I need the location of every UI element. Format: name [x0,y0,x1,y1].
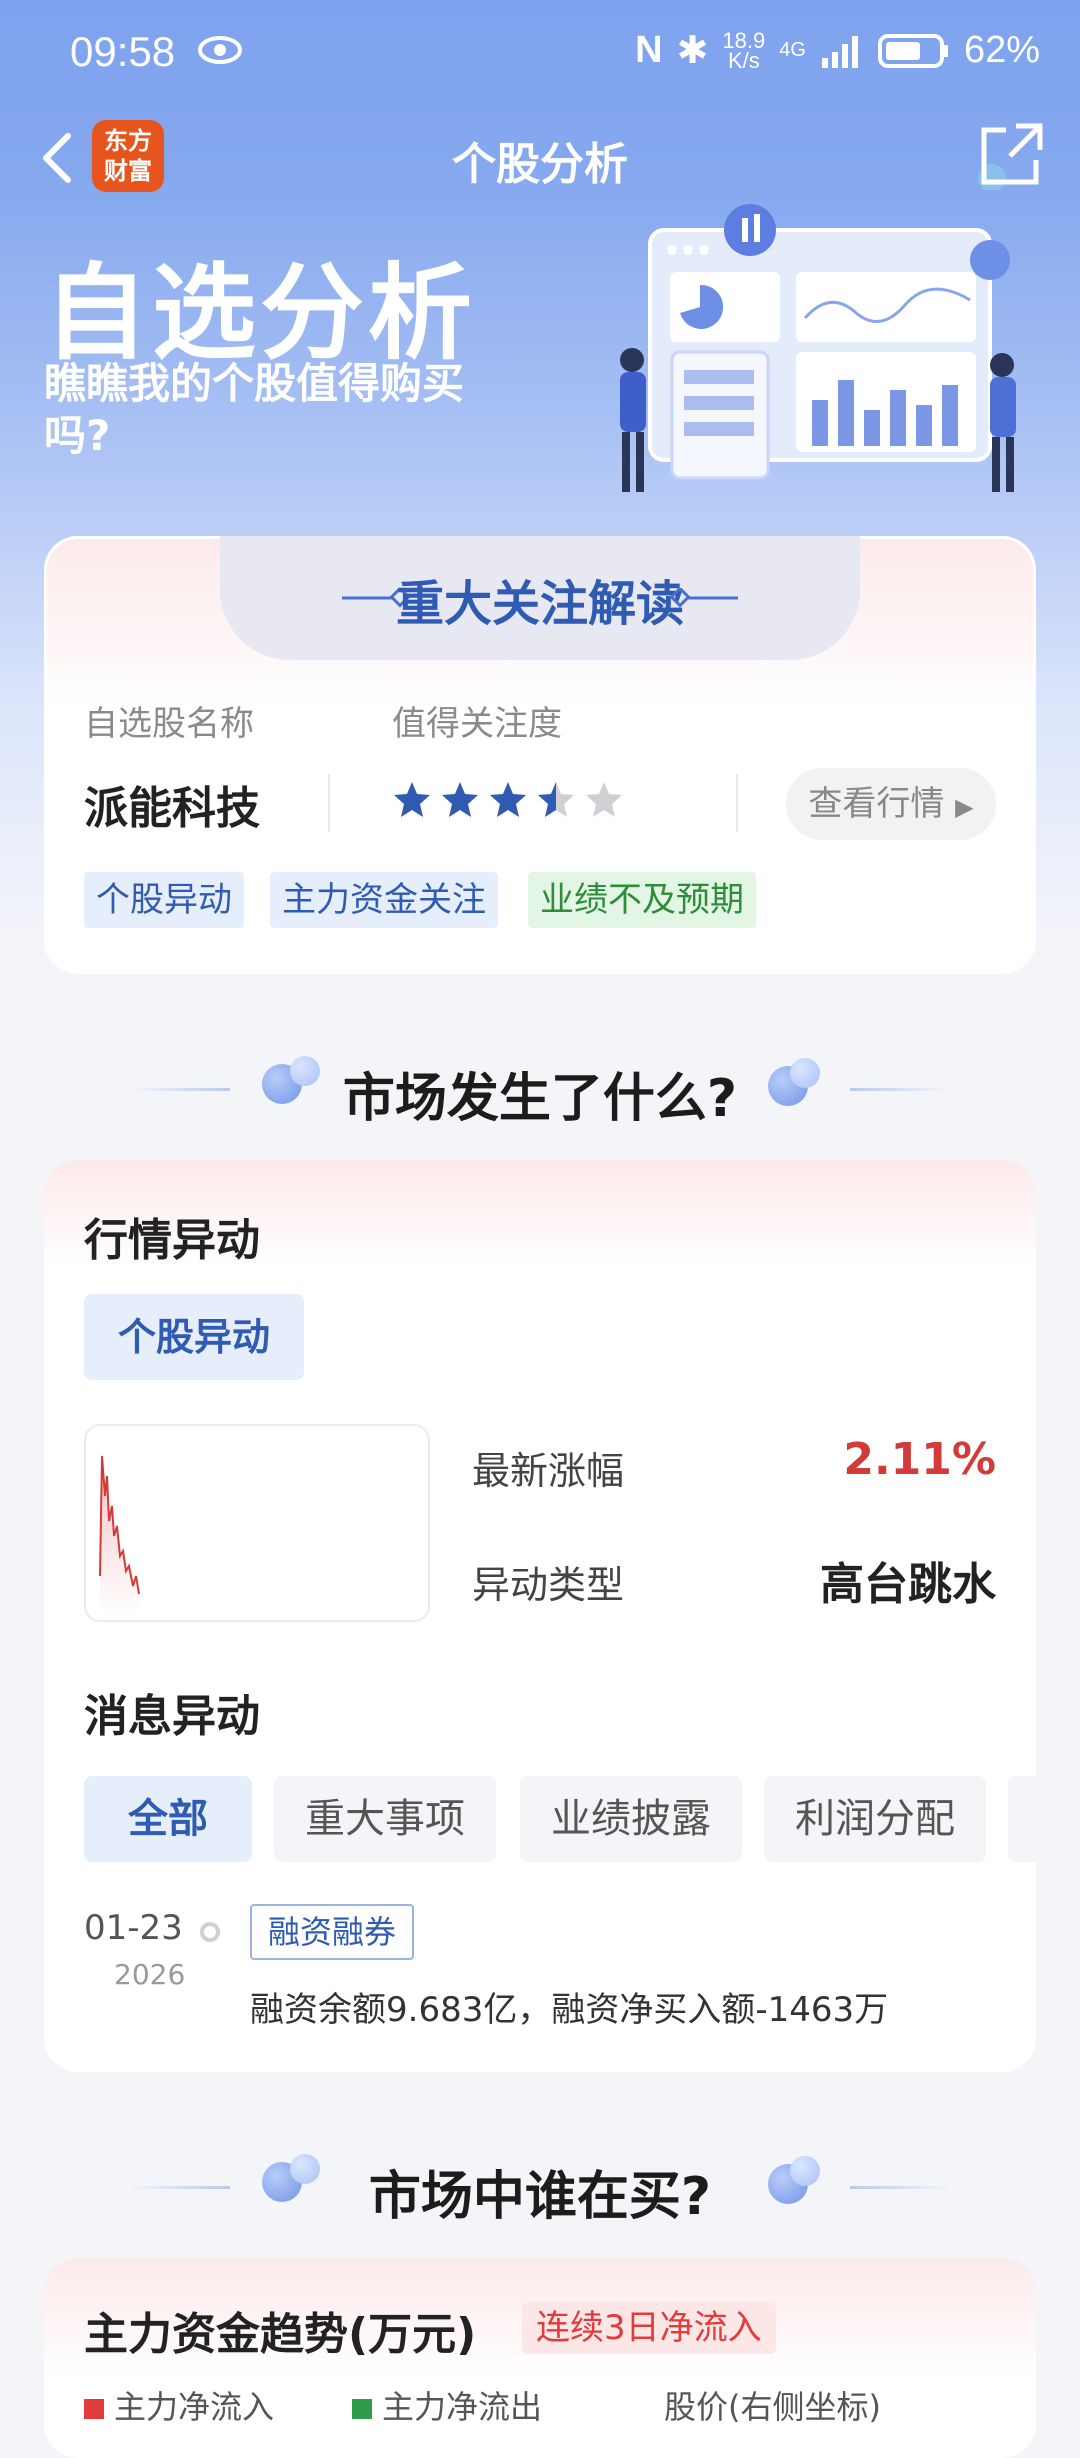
signal-icon [821,35,858,68]
legend-outflow: 主力净流出 [352,2382,542,2428]
star-icon [538,782,574,817]
section-header-what-happened: 市场发生了什么? [0,1048,1080,1129]
news-tag: 融资融券 [250,1904,415,1960]
news-anomaly-title: 消息异动 [84,1691,260,1742]
status-bar: 09:58 N ✱ 18.9 K/s 4G 62% [0,0,1080,100]
anomaly-pill[interactable]: 个股异动 [84,1294,304,1380]
star-icon [394,782,430,817]
legend-inflow-label: 主力净流入 [114,2388,275,2426]
filter-profit-distribution[interactable]: 利润分配 [764,1776,986,1862]
filter-major-events[interactable]: 重大事项 [274,1776,496,1862]
divider [850,2186,950,2189]
filter-all[interactable]: 全部 [84,1776,252,1862]
star-icon [490,782,526,817]
market-anomaly-title: 行情异动 [84,1215,260,1266]
capital-trend-title: 主力资金趋势(万元) [84,2309,477,2360]
tag-stock-anomaly: 个股异动 [84,872,244,928]
attention-label: 值得关注度 [392,704,562,744]
stock-name-label: 自选股名称 [84,704,254,744]
battery-icon [877,33,948,68]
analysis-illustration [620,204,1016,492]
star-icon [586,782,622,817]
market-anomaly-card: 行情异动 个股异动 最新涨幅 2.11% 异动类型 高台跳水 消息异动 全部 重… [44,1160,1036,2072]
bubble-decoration-icon [790,2156,820,2186]
stock-name: 派能科技 [84,783,260,834]
legend-price: 股价(右侧坐标) [654,2382,881,2428]
focus-card-title: 重大关注解读 [395,576,684,632]
bluetooth-icon: ✱ [676,30,709,72]
diamond-decoration-icon [669,588,738,608]
legend-inflow: 主力净流入 [84,2382,274,2428]
legend-outflow-label: 主力净流出 [382,2388,543,2426]
net-inflow-badge: 连续3日净流入 [522,2302,776,2354]
filter-more[interactable] [1008,1776,1036,1862]
intraday-mini-chart [84,1424,430,1622]
view-quote-button[interactable]: 查看行情 ▶ [786,768,996,840]
news-date: 01-23 [84,1908,183,1948]
section-title: 市场中谁在买? [368,2167,712,2227]
eye-icon [198,36,242,64]
anomaly-type-value: 高台跳水 [820,1559,996,1610]
latest-change-value: 2.11% [843,1434,996,1485]
news-text[interactable]: 融资余额9.683亿，融资净买入额-1463万 [250,1982,888,2031]
battery-percent: 62% [963,29,1040,71]
attention-rating [392,780,624,820]
star-icon [442,782,478,817]
section-header-who-buying: 市场中谁在买? [0,2146,1080,2227]
tag-capital-focus: 主力资金关注 [270,872,498,928]
view-quote-label: 查看行情 [808,784,945,824]
hero-subtitle: 瞧瞧我的个股值得购买吗? [44,359,465,460]
bubble-decoration-icon [790,1058,820,1088]
divider [736,774,738,832]
news-year: 2026 [114,1958,186,1991]
anomaly-type-label: 异动类型 [472,1563,625,1607]
latest-change-label: 最新涨幅 [472,1449,625,1493]
focus-card: 重大关注解读 自选股名称 值得关注度 派能科技 查看行情 ▶ 个股异动 主力资金… [44,536,1036,974]
legend-price-label: 股价(右侧坐标) [664,2388,881,2426]
divider [850,1088,950,1091]
divider [328,774,330,832]
share-icon[interactable] [976,120,1046,190]
section-title: 市场发生了什么? [342,1069,738,1129]
intraday-sparkline [99,1455,140,1616]
hero-title: 自选分析 [44,252,477,374]
net-speed: 18.9 K/s [722,27,766,73]
nfc-icon: N [635,29,663,71]
page-title: 个股分析 [452,139,628,190]
status-time: 09:58 [70,28,176,75]
tag-earnings-miss: 业绩不及预期 [528,872,756,928]
caret-right-icon: ▶ [955,793,974,821]
filter-earnings-disclosure[interactable]: 业绩披露 [520,1776,742,1862]
capital-trend-card: 主力资金趋势(万元) 连续3日净流入 主力净流入 主力净流出 股价(右侧坐标) [44,2258,1036,2458]
focus-card-header: 重大关注解读 [220,536,860,660]
network-type: 4G [779,39,806,61]
timeline-dot-icon [200,1922,220,1942]
